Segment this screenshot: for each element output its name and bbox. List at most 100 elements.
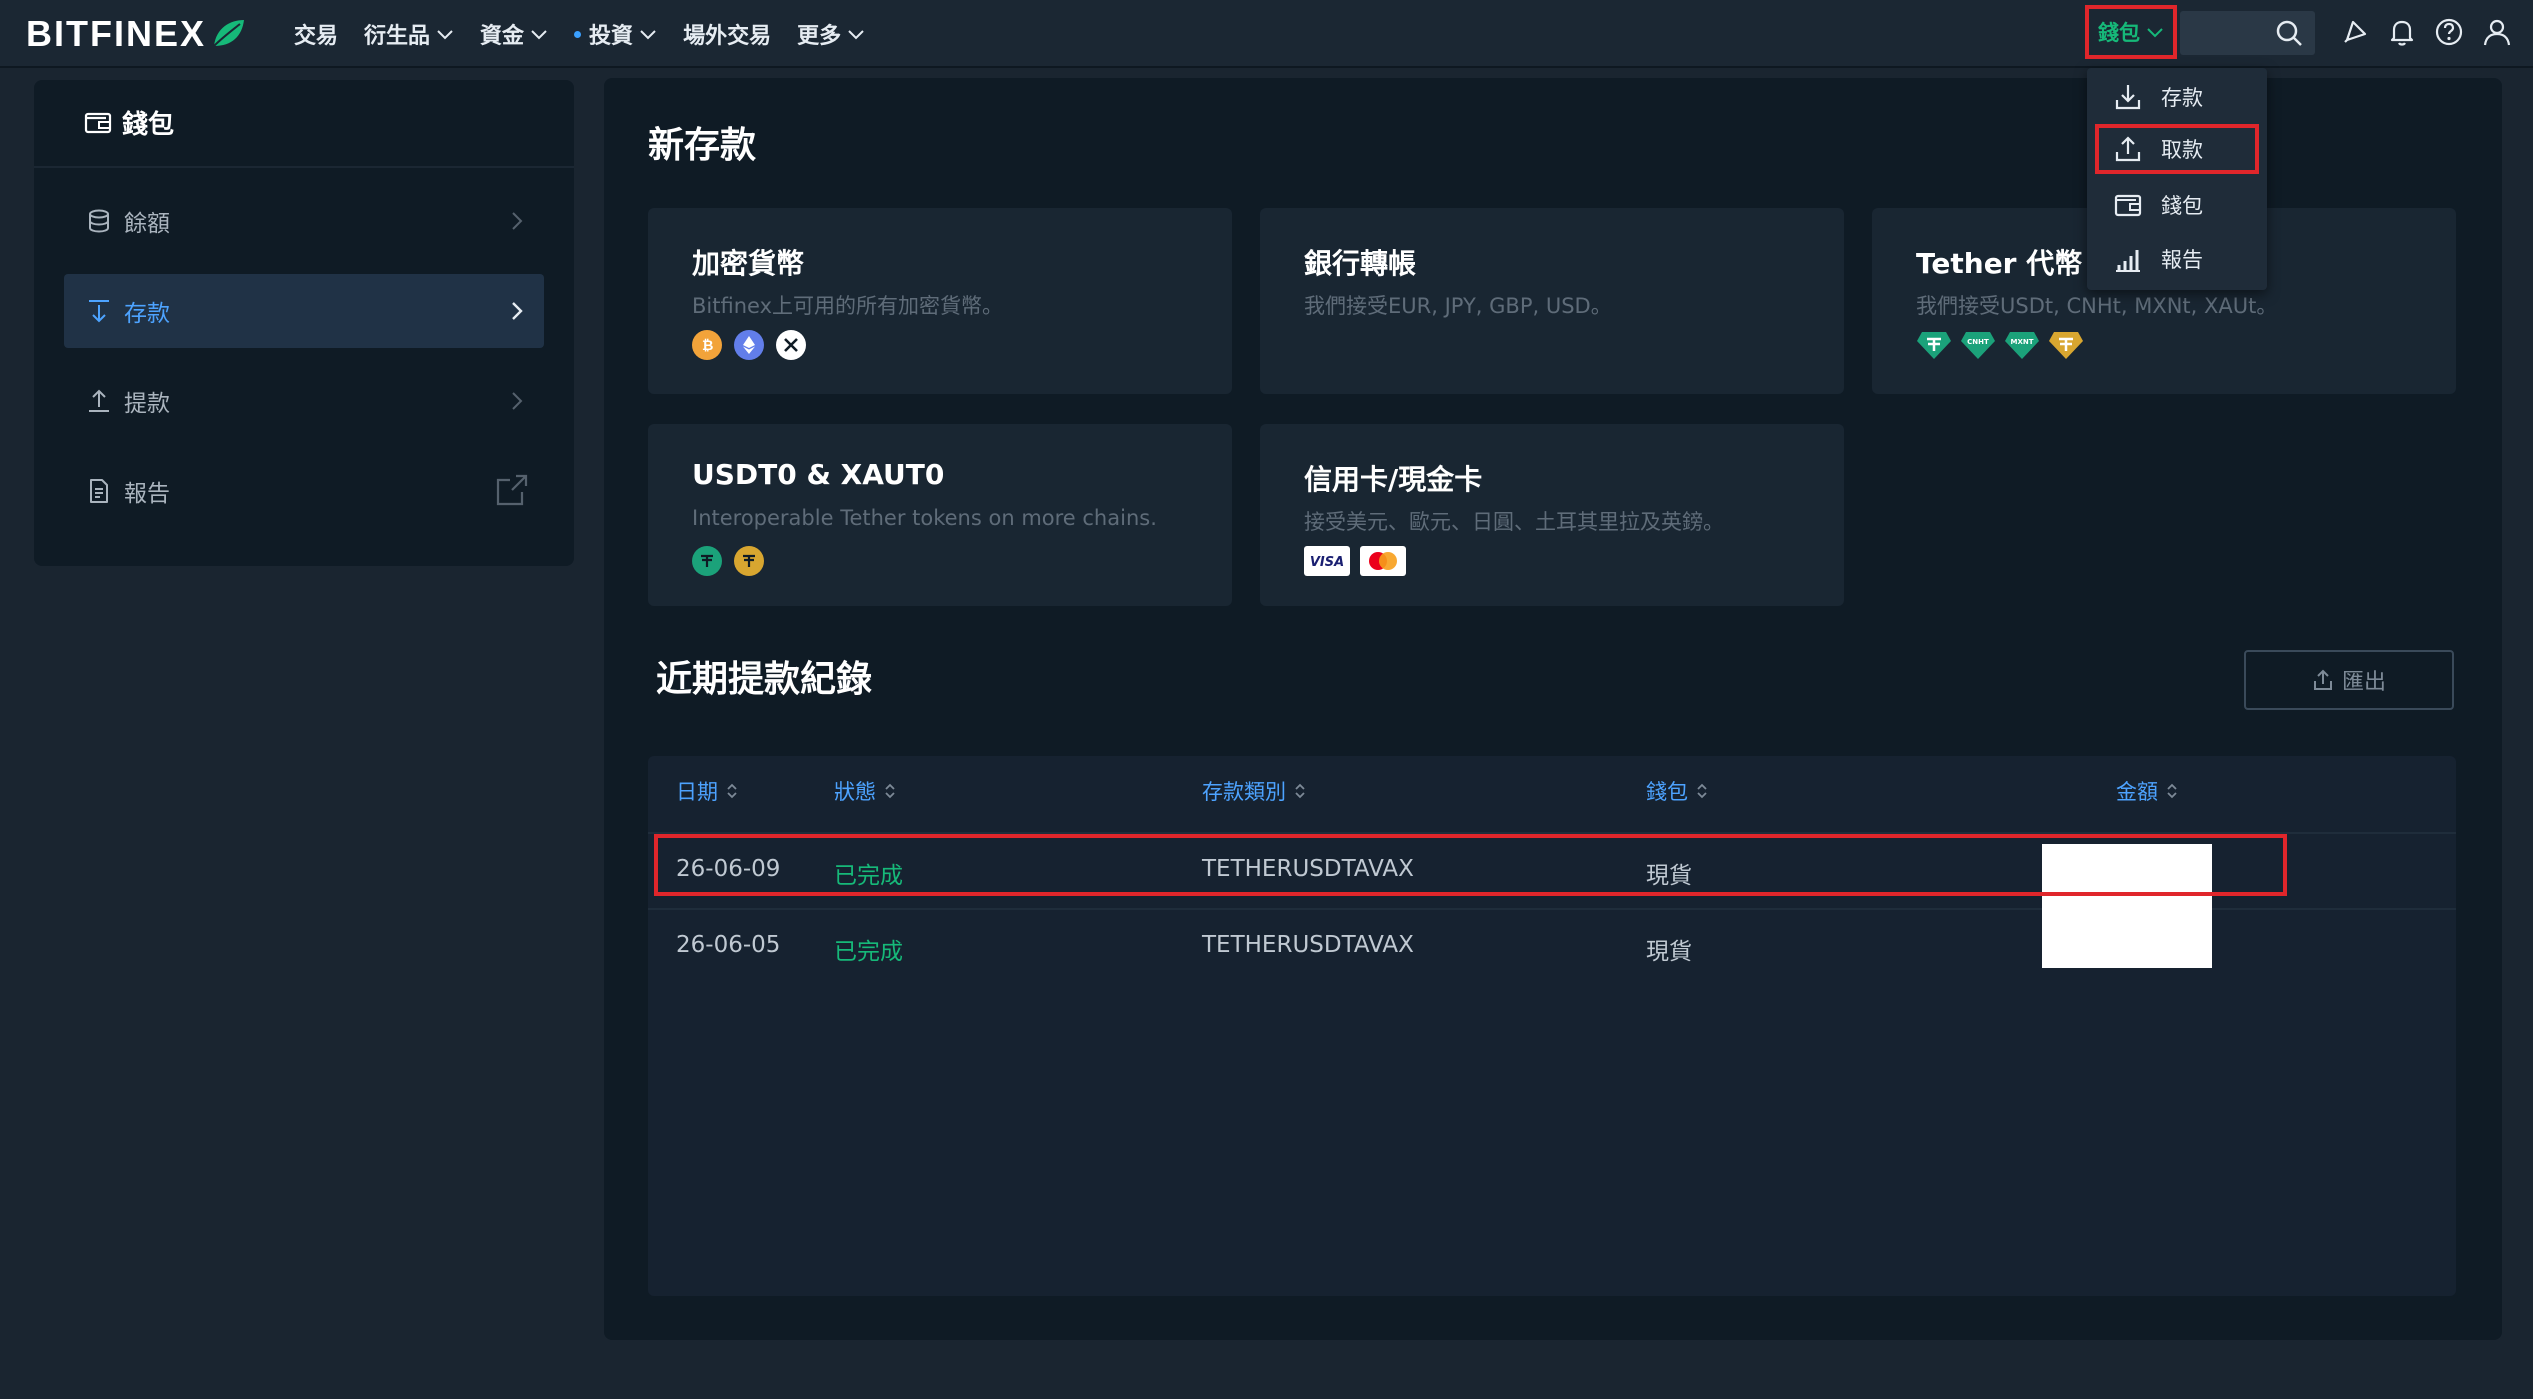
menu-item-withdraw[interactable]: 取款 (2095, 124, 2259, 174)
sidebar-title-label: 錢包 (122, 109, 175, 140)
column-header-amount[interactable]: 金額 (2116, 776, 2178, 806)
new-dot-icon (574, 30, 582, 38)
nav-otc-label: 場外交易 (683, 24, 772, 49)
chevron-down-icon (437, 30, 453, 40)
main-menu: 交易 衍生品 資金 投資 場外交易 更多 (294, 0, 891, 68)
cnht-label: CNHT (1967, 338, 1989, 346)
wallet-menu-label: 錢包 (2098, 21, 2140, 45)
card-icons (692, 546, 764, 576)
mastercard-icon (1360, 546, 1406, 576)
nav-derivatives-label: 衍生品 (364, 24, 431, 49)
column-header-label: 錢包 (1646, 780, 1688, 804)
export-label: 匯出 (2341, 670, 2386, 695)
bell-icon[interactable] (2386, 16, 2418, 48)
column-header-status[interactable]: 狀態 (834, 776, 896, 806)
wallet-icon (84, 112, 112, 134)
document-icon (90, 479, 108, 503)
menu-item-label: 報告 (2161, 248, 2203, 272)
nav-trade[interactable]: 交易 (294, 18, 338, 50)
search-icon[interactable] (2275, 19, 2303, 47)
arrow-up-icon (89, 389, 109, 412)
card-bank-transfer[interactable]: 銀行轉帳 我們接受EUR, JPY, GBP, USD。 (1260, 208, 1844, 394)
xaut0-icon (734, 546, 764, 576)
card-title: USDT0 & XAUT0 (692, 458, 945, 491)
wallet-icon (2114, 194, 2142, 217)
download-icon (2115, 85, 2141, 110)
sidebar-item-label: 存款 (124, 301, 170, 327)
page-title: 新存款 (648, 125, 757, 166)
nav-funding-label: 資金 (480, 24, 525, 49)
nav-funding[interactable]: 資金 (480, 18, 548, 50)
nav-derivatives[interactable]: 衍生品 (364, 18, 454, 50)
chevron-right-icon (512, 392, 523, 410)
nav-more-label: 更多 (797, 24, 842, 49)
bitcoin-icon: ₿ (692, 330, 722, 360)
column-header-type[interactable]: 存款類別 (1202, 776, 1306, 806)
chevron-right-icon (512, 302, 523, 320)
nav-otc[interactable]: 場外交易 (683, 18, 771, 50)
sort-icon (2167, 783, 2177, 799)
cnht-icon: CNHT (1961, 332, 1995, 359)
history-title: 近期提款紀錄 (656, 659, 873, 700)
sidebar-item-reports[interactable]: 報告 (64, 454, 544, 528)
sidebar-item-balance[interactable]: 餘額 (64, 184, 544, 258)
column-header-wallet[interactable]: 錢包 (1646, 776, 1708, 806)
usdt0-icon (692, 546, 722, 576)
export-icon (2313, 669, 2332, 690)
upload-icon (2115, 136, 2141, 162)
ethereum-icon (734, 330, 764, 360)
search-input[interactable] (2180, 11, 2315, 55)
card-icons: CNHT MXNT (1916, 330, 2084, 360)
visa-icon: VISA (1304, 546, 1350, 576)
sidebar-divider (34, 166, 574, 168)
mxnt-label: MXNT (2011, 338, 2034, 346)
card-subtitle: 接受美元、歐元、日圓、土耳其里拉及英鎊。 (1304, 510, 1724, 534)
column-header-date[interactable]: 日期 (676, 776, 738, 806)
sort-icon (727, 783, 737, 799)
export-button[interactable]: 匯出 (2244, 650, 2454, 710)
nav-trade-label: 交易 (294, 24, 339, 49)
menu-item-label: 存款 (2161, 86, 2203, 110)
sidebar-item-label: 提款 (124, 391, 170, 417)
menu-item-deposit[interactable]: 存款 (2095, 72, 2259, 122)
nav-more[interactable]: 更多 (797, 18, 865, 50)
sidebar-item-withdraw[interactable]: 提款 (64, 364, 544, 438)
card-crypto[interactable]: 加密貨幣 Bitfinex上可用的所有加密貨幣。 ₿ (648, 208, 1232, 394)
cell-date: 26-06-05 (676, 932, 781, 958)
logo-text: BITFINEX (26, 13, 207, 54)
menu-item-label: 取款 (2161, 138, 2203, 162)
sidebar-item-label: 報告 (124, 481, 170, 507)
sort-icon (1295, 783, 1305, 799)
bitfinex-logo[interactable]: BITFINEX (26, 13, 246, 54)
withdrawal-table: 日期 狀態 存款類別 錢包 金額 26-06-09 已完成 TETHERUSDT… (648, 756, 2456, 1296)
card-title: 信用卡/現金卡 (1304, 463, 1483, 496)
sidebar-item-deposit[interactable]: 存款 (64, 274, 544, 348)
sidebar-item-label: 餘額 (124, 211, 170, 237)
card-title: 加密貨幣 (692, 247, 805, 280)
chevron-down-icon (640, 30, 656, 40)
visa-label: VISA (1310, 555, 1344, 570)
menu-item-wallet[interactable]: 錢包 (2095, 180, 2259, 230)
menu-item-reports[interactable]: 報告 (2095, 234, 2259, 284)
column-header-label: 狀態 (834, 780, 876, 804)
chevron-down-icon (848, 30, 864, 40)
chevron-right-icon (512, 212, 523, 230)
nav-invest[interactable]: 投資 (574, 18, 657, 50)
card-title: 銀行轉帳 (1304, 247, 1417, 280)
database-icon (89, 209, 109, 233)
column-header-label: 金額 (2116, 780, 2158, 804)
svg-text:₿: ₿ (702, 338, 713, 354)
rocket-icon[interactable] (2339, 16, 2371, 48)
chevron-down-icon (531, 30, 547, 40)
leaf-icon (213, 20, 245, 47)
sort-icon (1697, 783, 1707, 799)
card-icons: ₿ (692, 330, 806, 360)
user-icon[interactable] (2481, 16, 2513, 48)
cell-status: 已完成 (834, 939, 903, 965)
cell-wallet: 現貨 (1646, 939, 1692, 965)
external-link-icon (496, 474, 528, 506)
card-usdt0-xaut0[interactable]: USDT0 & XAUT0 Interoperable Tether token… (648, 424, 1232, 606)
wallet-menu-button[interactable]: 錢包 (2085, 5, 2177, 59)
card-credit-debit[interactable]: 信用卡/現金卡 接受美元、歐元、日圓、土耳其里拉及英鎊。 VISA (1260, 424, 1844, 606)
help-icon[interactable] (2433, 16, 2465, 48)
